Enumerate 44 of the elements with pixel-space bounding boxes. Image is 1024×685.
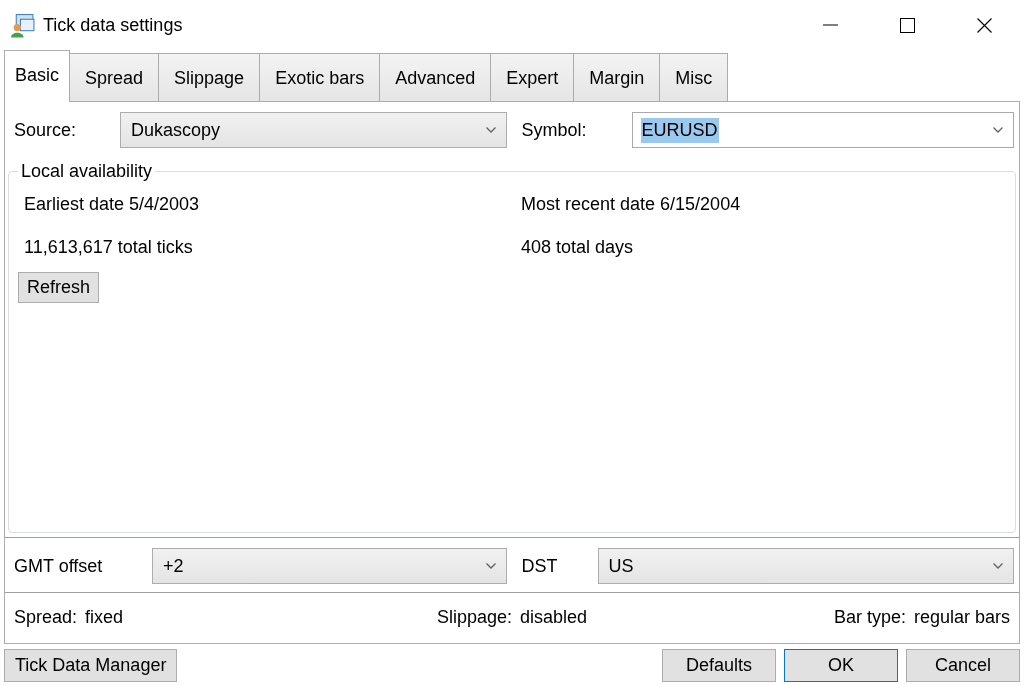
chevron-icon — [485, 563, 496, 569]
field-label: Source: — [14, 119, 78, 141]
tab[interactable]: Slippage — [158, 53, 261, 101]
field-label: DST — [521, 555, 559, 577]
summary-value: fixed — [85, 607, 124, 628]
field-label: GMT offset — [14, 555, 104, 577]
combobox[interactable]: EURUSD — [631, 112, 1014, 148]
group-title: Local availability — [20, 160, 154, 182]
dropdown-value: Dukascopy — [130, 118, 222, 142]
chevron-icon — [993, 563, 1003, 569]
tab[interactable]: Margin — [573, 53, 661, 101]
close-icon[interactable] — [977, 17, 992, 33]
tab[interactable]: Advanced — [379, 53, 492, 101]
availability-text: Earliest date 5/4/2003 — [24, 193, 201, 216]
dropdown[interactable]: +2 — [152, 548, 507, 584]
dropdown[interactable]: US — [597, 548, 1014, 584]
availability-text: Most recent date 6/15/2004 — [521, 193, 742, 216]
window-title: Tick data settings — [43, 14, 183, 36]
app-icon — [10, 12, 35, 38]
maximize-icon[interactable] — [900, 17, 915, 33]
tab[interactable]: Misc — [659, 53, 729, 101]
summary-label: Bar type: — [833, 607, 906, 628]
field-label: Symbol: — [521, 119, 588, 141]
dropdown-value: +2 — [162, 554, 185, 578]
availability-text: 11,613,617 total ticks — [24, 236, 194, 259]
refresh-button[interactable]: Refresh — [18, 272, 100, 303]
chevron-icon — [993, 127, 1003, 133]
availability-text: 408 total days — [521, 236, 635, 259]
dropdown-value: US — [607, 554, 635, 578]
summary-value: regular bars — [913, 607, 1010, 628]
summary-label: Slippage: — [436, 607, 512, 628]
manager-button[interactable]: Tick Data Manager — [4, 649, 178, 682]
summary-label: Spread: — [14, 607, 78, 628]
combobox-text: EURUSD — [640, 117, 719, 143]
dialog-button[interactable]: OK — [784, 649, 898, 682]
chevron-icon — [485, 127, 496, 133]
dialog-button[interactable]: Cancel — [906, 649, 1020, 682]
tab[interactable]: Spread — [69, 53, 160, 101]
dropdown[interactable]: Dukascopy — [120, 112, 507, 148]
summary-value: disabled — [520, 607, 588, 628]
tab[interactable]: Basic — [4, 50, 70, 102]
tab[interactable]: Expert — [490, 53, 575, 101]
tab[interactable]: Exotic bars — [259, 53, 381, 101]
dialog-button[interactable]: Defaults — [662, 649, 776, 682]
